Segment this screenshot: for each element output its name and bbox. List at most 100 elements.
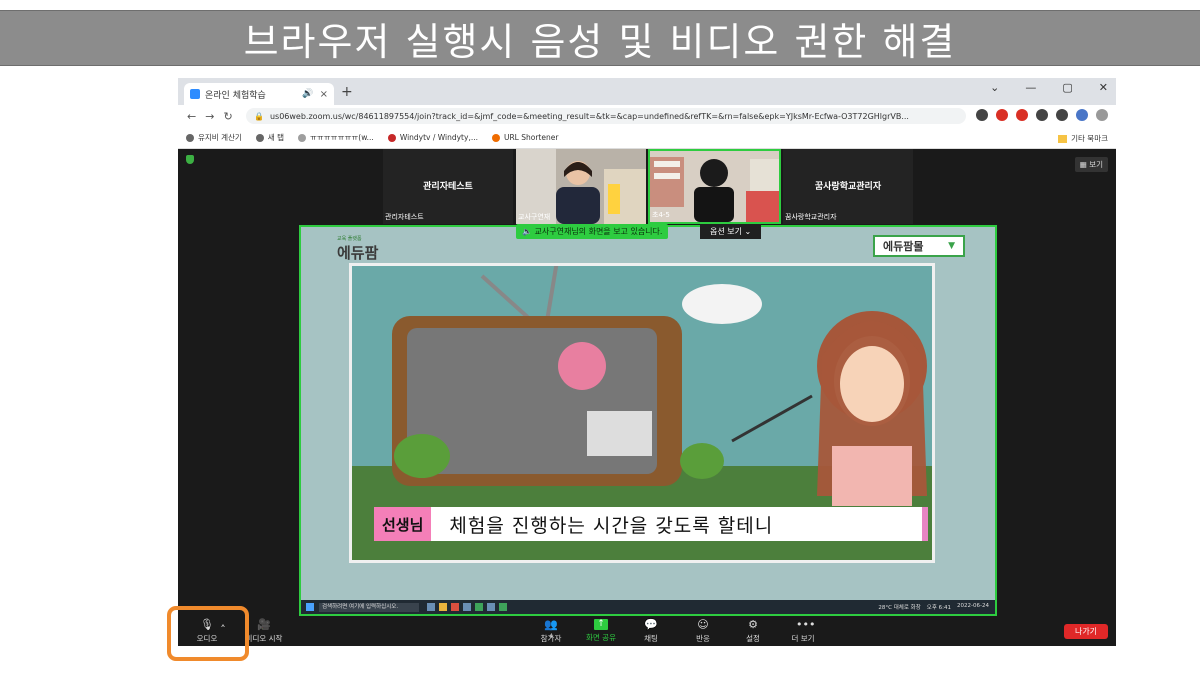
bookmark-label: 새 탭 [267,133,284,142]
puzzle-icon[interactable] [1036,109,1048,121]
windows-start-icon [306,603,314,611]
app-icon [427,603,435,611]
sidepanel-icon[interactable] [1056,109,1068,121]
edupam-mall-button[interactable]: 에듀팜몰 ▼ [873,235,965,257]
zoom-meeting: ▦ 보기 관리자테스트 관리자테스트 교사구연재 초4-5 꿈사랑학교관리자 꿈… [178,149,1116,646]
subtitle-text: 체험을 진행하는 시간을 갖도록 할테니 [449,514,774,537]
tab-search-icon[interactable]: ⌄ [990,81,999,94]
chat-button[interactable]: 💬 채팅 [626,616,676,646]
slide-title: 브라우저 실행시 음성 및 비디오 권한 해결 [243,19,957,64]
shield-icon[interactable] [186,155,194,164]
share-label: 화면 공유 [586,633,616,642]
github-icon [186,133,194,142]
shortener-icon [491,133,500,142]
url-bar[interactable]: 🔒 us06web.zoom.us/wc/84611897554/join?tr… [246,108,966,124]
forward-button[interactable]: → [205,110,214,123]
tab-online-experience[interactable]: 온라인 체험학습 🔊 × [184,83,334,105]
share-screen-button[interactable]: ↑ 화면 공유 [576,616,626,646]
edge-icon [463,603,471,611]
edupam-logo: 교육 플랫폼 에듀팜 [337,235,378,263]
chat-icon: 💬 [644,617,658,631]
profile-avatar[interactable] [1076,109,1088,121]
tab-close-icon[interactable]: × [320,89,328,100]
gear-icon: ⚙ [748,617,758,631]
leave-button[interactable]: 나가기 [1064,624,1108,639]
shared-screen[interactable]: 교육 플랫폼 에듀팜 에듀팜몰 ▼ 선생님 체험을 진행하는 시간을 갖도록 할… [299,225,997,616]
bookmark-item[interactable]: ㅠㅠㅠㅠㅠㅠㅠ(w... [297,132,374,143]
folder-icon [1058,134,1068,143]
share-banner-text: 교사구연재님의 화면을 보고 있습니다. [534,227,663,236]
mall-button-label: 에듀팜몰 [883,240,924,253]
participants-button[interactable]: 👥4 참가자 [526,616,576,646]
window-controls: ⌄ — ▢ ✕ [990,81,1108,94]
maximize-button[interactable]: ▢ [1062,81,1072,94]
participant-center-name: 관리자테스트 [423,182,473,192]
participants-label: 참가자 [540,633,562,643]
new-tab-button[interactable]: + [341,84,353,100]
participant-name: 초4-5 [652,211,670,219]
bookmark-item[interactable]: Windytv / Windyty,... [387,133,478,142]
url-text: us06web.zoom.us/wc/84611897554/join?trac… [269,111,909,121]
participant-video-tile[interactable]: 교사구연재 [516,149,646,224]
view-button-label: 보기 [1089,160,1103,169]
participant-tile[interactable]: 꿈사랑학교관리자 꿈사랑학교관리자 [783,149,913,224]
view-button[interactable]: ▦ 보기 [1074,157,1108,172]
bookmark-item[interactable]: 새 탭 [255,132,284,143]
tray-date: 2022-06-24 [957,603,989,609]
extensions [976,109,1108,121]
bookmark-item[interactable]: 유지비 계산기 [186,132,242,143]
excel-icon [499,603,507,611]
back-button[interactable]: ← [187,110,196,123]
tray-weather: 28°C 대체로 화창 [878,605,921,611]
minimize-button[interactable]: — [1025,81,1036,94]
tab-title: 온라인 체험학습 [205,90,266,101]
tray-time: 오후 6:41 [926,605,952,611]
settings-button[interactable]: ⚙ 설정 [728,616,778,646]
adblock-icon[interactable] [996,109,1008,121]
menu-icon[interactable] [1096,109,1108,121]
speaker-icon[interactable]: 🔊 [302,89,313,99]
settings-label: 설정 [746,633,760,643]
participant-video-tile-active[interactable]: 초4-5 [648,149,781,224]
participants-icon: 👥4 [544,617,558,640]
view-options-label: 옵션 보기 ⌄ [710,227,752,236]
bookmark-label: ㅠㅠㅠㅠㅠㅠㅠ(w... [309,133,374,142]
speaker-icon: 🔈 [522,227,532,236]
chrome-icon [475,603,483,611]
windy-icon [387,133,396,142]
subtitle-speaker: 선생님 [374,507,432,541]
leave-label: 나가기 [1074,627,1098,636]
video-off-icon: 🎥 [257,617,271,631]
other-bookmarks[interactable]: 기타 북마크 [1058,133,1108,144]
github-icon [255,133,264,142]
logo-subtitle: 교육 플랫폼 [337,236,362,242]
reactions-label: 반응 [696,633,710,643]
opera-icon[interactable] [1016,109,1028,121]
video-label: 비디오 시작 [245,633,283,643]
logo-text: 에듀팜 [337,244,379,262]
reactions-button[interactable]: ☺ 반응 [678,616,728,646]
close-window-button[interactable]: ✕ [1099,81,1108,94]
view-options-button[interactable]: 옵션 보기 ⌄ [700,224,762,239]
participant-name: 관리자테스트 [385,213,424,221]
more-button[interactable]: ••• 더 보기 [778,616,828,646]
extension-icon[interactable] [976,109,988,121]
more-label: 더 보기 [791,633,815,643]
tab-bar: 온라인 체험학습 🔊 × + ⌄ — ▢ ✕ [178,78,1116,105]
slide-title-banner: 브라우저 실행시 음성 및 비디오 권한 해결 [0,10,1200,66]
bookmark-item[interactable]: URL Shortener [491,133,558,142]
lock-icon[interactable]: 🔒 [254,112,264,121]
taskbar-search: 검색하려면 여기에 입력하십시오. [319,602,419,612]
share-screen-icon: ↑ [594,619,608,630]
participant-center-name: 꿈사랑학교관리자 [814,182,882,192]
participant-name: 교사구연재 [518,213,551,221]
reload-button[interactable]: ↻ [223,110,232,123]
other-bookmarks-label: 기타 북마크 [1071,134,1108,143]
lesson-video: 선생님 체험을 진행하는 시간을 갖도록 할테니 [349,263,935,563]
participant-tile[interactable]: 관리자테스트 관리자테스트 [383,149,513,224]
more-dots-icon: ••• [796,617,816,631]
share-viewing-banner: 🔈 교사구연재님의 화면을 보고 있습니다. [516,224,669,239]
zoom-favicon-icon [190,89,200,99]
participant-name: 꿈사랑학교관리자 [785,213,837,221]
taskbar-apps [427,603,507,611]
